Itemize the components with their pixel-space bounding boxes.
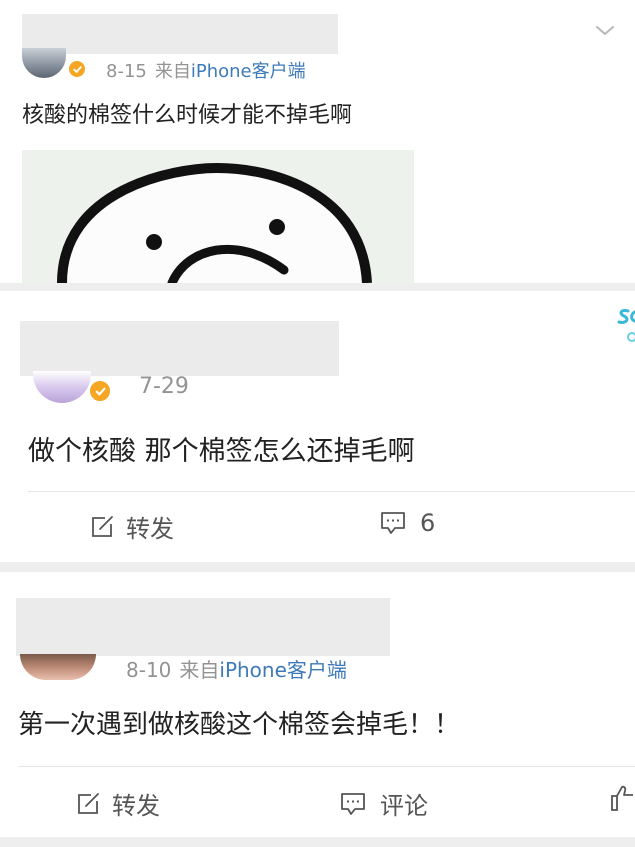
post-source-prefix: 来自 [154,61,191,82]
sad-face-meme-image[interactable] [22,150,414,283]
post-meta: 7-29 [139,374,189,399]
post-source-prefix: 来自 [179,658,220,682]
repost-icon [76,792,100,816]
post-meta: 8-10 来自iPhone客户端 [126,654,347,683]
verified-badge-icon [67,59,87,79]
sticker-decoration-icon [612,305,635,347]
action-divider [28,491,635,492]
post-client-link[interactable]: iPhone客户端 [219,658,347,682]
repost-button[interactable]: 转发 [76,786,160,821]
chevron-down-icon[interactable] [592,22,618,40]
post-card-3: 8-10 来自iPhone客户端 第一次遇到做核酸这个棉签会掉毛！！ 转发 评论 [0,572,635,837]
post-card-2: 7-29 做个核酸 那个棉签怎么还掉毛啊 转发 6 [0,291,635,562]
post-text: 做个核酸 那个棉签怎么还掉毛啊 [28,436,415,467]
repost-button[interactable]: 转发 [90,509,174,544]
comment-icon [340,792,366,816]
avatar[interactable] [33,371,91,403]
comment-label: 评论 [380,792,428,820]
post-client-link[interactable]: iPhone客户端 [191,61,306,82]
post-date: 8-15 [106,61,147,82]
repost-label: 转发 [126,515,174,543]
username-redacted [16,598,390,656]
verified-badge-icon [88,379,112,403]
post-date: 8-10 [126,658,172,682]
post-text: 第一次遇到做核酸这个棉签会掉毛！！ [18,710,461,740]
post-card-1: 8-15 来自iPhone客户端 核酸的棉签什么时候才能不掉毛啊 [0,0,635,283]
avatar[interactable] [20,654,96,680]
post-text: 核酸的棉签什么时候才能不掉毛啊 [22,103,353,128]
like-icon[interactable] [609,784,635,812]
comment-button[interactable]: 评论 [340,786,428,821]
action-divider [18,766,635,767]
repost-icon [90,515,114,539]
comment-button[interactable]: 6 [380,509,435,537]
post-date: 7-29 [139,374,189,399]
avatar[interactable] [22,48,66,78]
comment-icon [380,511,406,535]
comment-count: 6 [420,509,436,537]
post-meta: 8-15 来自iPhone客户端 [106,57,306,83]
repost-label: 转发 [112,792,160,820]
username-redacted [20,321,339,376]
username-redacted [22,14,338,54]
